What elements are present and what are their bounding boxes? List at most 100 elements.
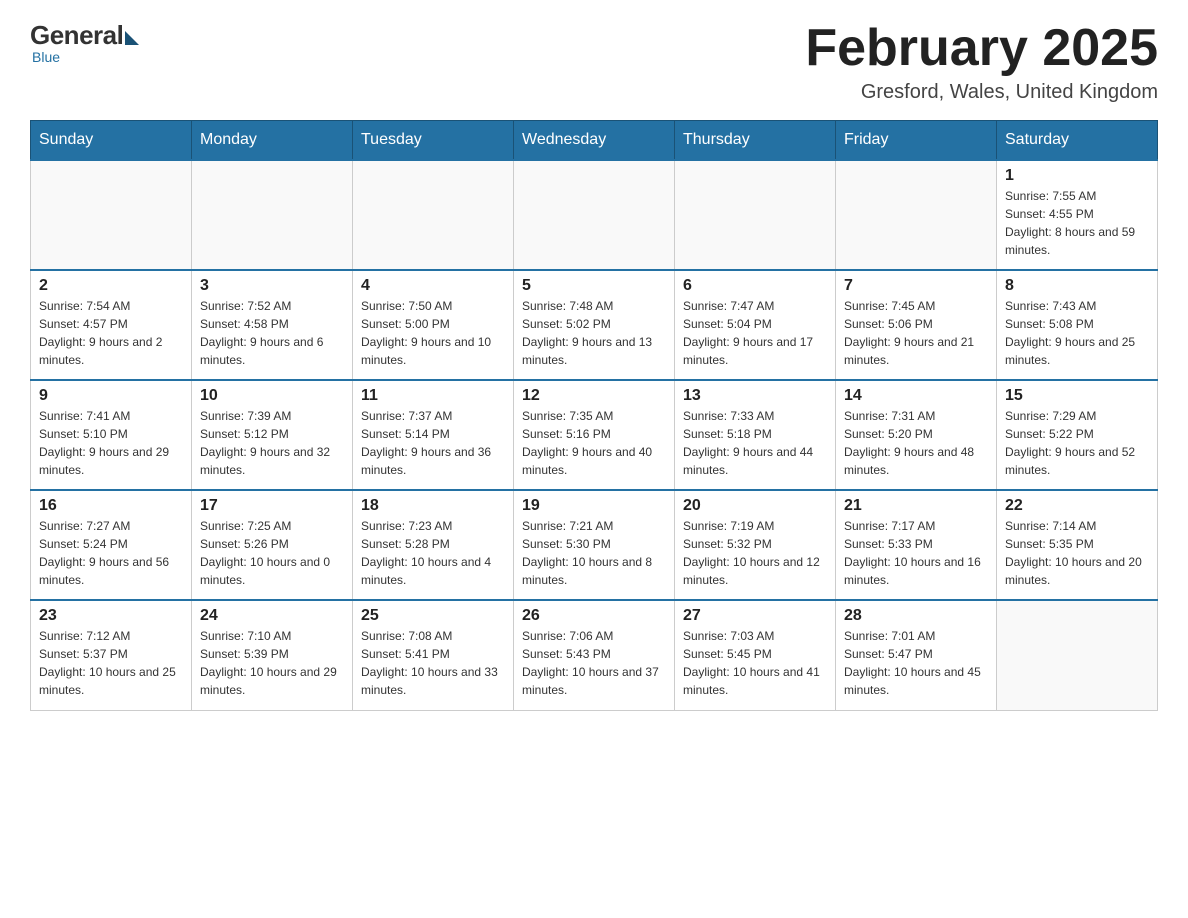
- day-info-text: Sunrise: 7:54 AM Sunset: 4:57 PM Dayligh…: [39, 297, 183, 369]
- day-number: 7: [844, 277, 988, 295]
- weekday-header-tuesday: Tuesday: [353, 121, 514, 161]
- calendar-table: SundayMondayTuesdayWednesdayThursdayFrid…: [30, 120, 1158, 711]
- calendar-cell: 14Sunrise: 7:31 AM Sunset: 5:20 PM Dayli…: [836, 380, 997, 490]
- calendar-week-row: 16Sunrise: 7:27 AM Sunset: 5:24 PM Dayli…: [31, 490, 1158, 600]
- weekday-header-wednesday: Wednesday: [514, 121, 675, 161]
- logo-blue-text: Blue: [32, 49, 60, 65]
- calendar-cell: 7 Sunrise: 7:45 AM Sunset: 5:06 PM Daylig…: [836, 270, 997, 380]
- day-number: 5: [522, 277, 666, 295]
- calendar-header-row: SundayMondayTuesdayWednesdayThursdayFrid…: [31, 121, 1158, 161]
- calendar-cell: 10Sunrise: 7:39 AM Sunset: 5:12 PM Dayli…: [192, 380, 353, 490]
- calendar-cell: 6 Sunrise: 7:47 AM Sunset: 5:04 PM Daylig…: [675, 270, 836, 380]
- logo: General Blue: [30, 20, 139, 65]
- calendar-cell: 18 Sunrise: 7:23 AM Sunset: 5:28 PM Dayli…: [353, 490, 514, 600]
- day-info-text: Sunrise: 7:19 AM Sunset: 5:32 PM Dayligh…: [683, 517, 827, 589]
- day-number: 14: [844, 387, 988, 405]
- month-year-title: February 2025: [805, 20, 1158, 77]
- weekday-header-thursday: Thursday: [675, 121, 836, 161]
- calendar-cell: 3 Sunrise: 7:52 AM Sunset: 4:58 PM Daylig…: [192, 270, 353, 380]
- day-number: 22: [1005, 497, 1149, 515]
- calendar-cell: 12 Sunrise: 7:35 AM Sunset: 5:16 PM Dayli…: [514, 380, 675, 490]
- calendar-cell: 22 Sunrise: 7:14 AM Sunset: 5:35 PM Dayli…: [997, 490, 1158, 600]
- day-number: 21: [844, 497, 988, 515]
- day-info-text: Sunrise: 7:47 AM Sunset: 5:04 PM Dayligh…: [683, 297, 827, 369]
- calendar-cell: [31, 160, 192, 270]
- calendar-cell: 24Sunrise: 7:10 AM Sunset: 5:39 PM Dayli…: [192, 600, 353, 710]
- calendar-cell: 1 Sunrise: 7:55 AM Sunset: 4:55 PM Daylig…: [997, 160, 1158, 270]
- calendar-cell: [514, 160, 675, 270]
- calendar-week-row: 23Sunrise: 7:12 AM Sunset: 5:37 PM Dayli…: [31, 600, 1158, 710]
- calendar-cell: 27Sunrise: 7:03 AM Sunset: 5:45 PM Dayli…: [675, 600, 836, 710]
- day-info-text: Sunrise: 7:33 AM Sunset: 5:18 PM Dayligh…: [683, 407, 827, 479]
- calendar-cell: 16Sunrise: 7:27 AM Sunset: 5:24 PM Dayli…: [31, 490, 192, 600]
- calendar-cell: 21 Sunrise: 7:17 AM Sunset: 5:33 PM Dayli…: [836, 490, 997, 600]
- day-number: 26: [522, 607, 666, 625]
- day-info-text: Sunrise: 7:01 AM Sunset: 5:47 PM Dayligh…: [844, 627, 988, 699]
- day-number: 17: [200, 497, 344, 515]
- day-number: 25: [361, 607, 505, 625]
- logo-arrow-icon: [125, 31, 139, 45]
- calendar-cell: 8 Sunrise: 7:43 AM Sunset: 5:08 PM Daylig…: [997, 270, 1158, 380]
- day-number: 11: [361, 387, 505, 405]
- day-info-text: Sunrise: 7:21 AM Sunset: 5:30 PM Dayligh…: [522, 517, 666, 589]
- calendar-cell: 9Sunrise: 7:41 AM Sunset: 5:10 PM Daylig…: [31, 380, 192, 490]
- day-info-text: Sunrise: 7:25 AM Sunset: 5:26 PM Dayligh…: [200, 517, 344, 589]
- day-info-text: Sunrise: 7:39 AM Sunset: 5:12 PM Dayligh…: [200, 407, 344, 479]
- title-section: February 2025 Gresford, Wales, United Ki…: [805, 20, 1158, 104]
- day-info-text: Sunrise: 7:12 AM Sunset: 5:37 PM Dayligh…: [39, 627, 183, 699]
- calendar-cell: 15Sunrise: 7:29 AM Sunset: 5:22 PM Dayli…: [997, 380, 1158, 490]
- day-info-text: Sunrise: 7:43 AM Sunset: 5:08 PM Dayligh…: [1005, 297, 1149, 369]
- day-number: 15: [1005, 387, 1149, 405]
- day-number: 4: [361, 277, 505, 295]
- location-text: Gresford, Wales, United Kingdom: [805, 81, 1158, 104]
- calendar-week-row: 1 Sunrise: 7:55 AM Sunset: 4:55 PM Daylig…: [31, 160, 1158, 270]
- day-number: 20: [683, 497, 827, 515]
- day-info-text: Sunrise: 7:35 AM Sunset: 5:16 PM Dayligh…: [522, 407, 666, 479]
- weekday-header-friday: Friday: [836, 121, 997, 161]
- calendar-cell: 20 Sunrise: 7:19 AM Sunset: 5:32 PM Dayli…: [675, 490, 836, 600]
- calendar-cell: 17 Sunrise: 7:25 AM Sunset: 5:26 PM Dayli…: [192, 490, 353, 600]
- day-number: 13: [683, 387, 827, 405]
- calendar-cell: [997, 600, 1158, 710]
- day-info-text: Sunrise: 7:08 AM Sunset: 5:41 PM Dayligh…: [361, 627, 505, 699]
- day-info-text: Sunrise: 7:17 AM Sunset: 5:33 PM Dayligh…: [844, 517, 988, 589]
- calendar-cell: 19 Sunrise: 7:21 AM Sunset: 5:30 PM Dayli…: [514, 490, 675, 600]
- calendar-cell: 11 Sunrise: 7:37 AM Sunset: 5:14 PM Dayli…: [353, 380, 514, 490]
- day-info-text: Sunrise: 7:14 AM Sunset: 5:35 PM Dayligh…: [1005, 517, 1149, 589]
- day-number: 6: [683, 277, 827, 295]
- calendar-cell: 5 Sunrise: 7:48 AM Sunset: 5:02 PM Daylig…: [514, 270, 675, 380]
- day-number: 16: [39, 497, 183, 515]
- day-info-text: Sunrise: 7:37 AM Sunset: 5:14 PM Dayligh…: [361, 407, 505, 479]
- day-info-text: Sunrise: 7:10 AM Sunset: 5:39 PM Dayligh…: [200, 627, 344, 699]
- day-number: 1: [1005, 167, 1149, 185]
- day-info-text: Sunrise: 7:45 AM Sunset: 5:06 PM Dayligh…: [844, 297, 988, 369]
- day-number: 18: [361, 497, 505, 515]
- calendar-cell: [192, 160, 353, 270]
- day-number: 3: [200, 277, 344, 295]
- day-number: 27: [683, 607, 827, 625]
- day-number: 28: [844, 607, 988, 625]
- day-info-text: Sunrise: 7:52 AM Sunset: 4:58 PM Dayligh…: [200, 297, 344, 369]
- day-info-text: Sunrise: 7:50 AM Sunset: 5:00 PM Dayligh…: [361, 297, 505, 369]
- day-info-text: Sunrise: 7:48 AM Sunset: 5:02 PM Dayligh…: [522, 297, 666, 369]
- page-header: General Blue February 2025 Gresford, Wal…: [30, 20, 1158, 104]
- calendar-cell: 13 Sunrise: 7:33 AM Sunset: 5:18 PM Dayli…: [675, 380, 836, 490]
- day-number: 8: [1005, 277, 1149, 295]
- calendar-cell: 4 Sunrise: 7:50 AM Sunset: 5:00 PM Daylig…: [353, 270, 514, 380]
- calendar-week-row: 9Sunrise: 7:41 AM Sunset: 5:10 PM Daylig…: [31, 380, 1158, 490]
- day-number: 9: [39, 387, 183, 405]
- calendar-cell: 28 Sunrise: 7:01 AM Sunset: 5:47 PM Dayli…: [836, 600, 997, 710]
- weekday-header-saturday: Saturday: [997, 121, 1158, 161]
- calendar-week-row: 2 Sunrise: 7:54 AM Sunset: 4:57 PM Daylig…: [31, 270, 1158, 380]
- day-number: 12: [522, 387, 666, 405]
- day-info-text: Sunrise: 7:55 AM Sunset: 4:55 PM Dayligh…: [1005, 187, 1149, 259]
- calendar-cell: [675, 160, 836, 270]
- calendar-cell: [836, 160, 997, 270]
- weekday-header-monday: Monday: [192, 121, 353, 161]
- calendar-cell: [353, 160, 514, 270]
- day-number: 2: [39, 277, 183, 295]
- day-info-text: Sunrise: 7:23 AM Sunset: 5:28 PM Dayligh…: [361, 517, 505, 589]
- weekday-header-sunday: Sunday: [31, 121, 192, 161]
- calendar-cell: 23Sunrise: 7:12 AM Sunset: 5:37 PM Dayli…: [31, 600, 192, 710]
- day-number: 19: [522, 497, 666, 515]
